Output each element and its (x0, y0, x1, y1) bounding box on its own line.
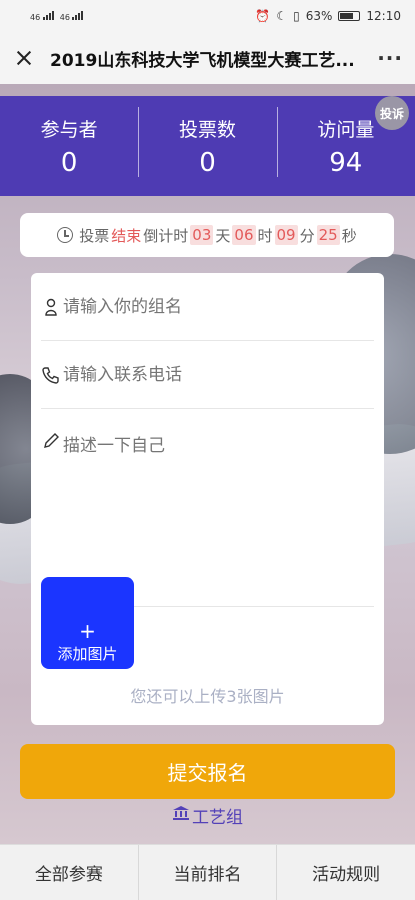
pencil-icon (41, 431, 61, 451)
description-input[interactable] (63, 431, 363, 591)
group-link-label: 工艺组 (192, 808, 243, 828)
vibrate-icon: ▯ (293, 9, 300, 23)
person-icon (41, 297, 61, 317)
bank-icon (172, 805, 190, 826)
nav-activity-rules[interactable]: 活动规则 (276, 845, 415, 900)
stat-votes: 投票数 0 (138, 106, 276, 178)
clock-icon (57, 227, 74, 243)
stat-value: 0 (199, 147, 216, 178)
moon-icon: ☾ (276, 9, 288, 23)
more-options-icon[interactable]: ··· (373, 46, 403, 70)
stat-value: 0 (60, 147, 78, 178)
stat-label: 投票数 (178, 118, 236, 141)
countdown-hours-unit: 时 (257, 226, 273, 245)
close-icon[interactable] (12, 46, 36, 70)
countdown-days: 03 (190, 225, 214, 245)
signal-icon: 46 (30, 10, 54, 22)
battery-percent: 63% (305, 9, 333, 23)
upload-hint: 您还可以上传3张图片 (130, 687, 285, 706)
countdown-hours: 06 (232, 225, 256, 245)
status-time: 12:10 (366, 9, 401, 23)
bottom-nav: 全部参赛 当前排名 活动规则 (0, 844, 415, 900)
countdown-seconds-unit: 秒 (341, 226, 357, 245)
plus-icon: + (79, 619, 96, 643)
countdown-text: 倒计时 (143, 226, 189, 245)
group-name-input[interactable] (63, 296, 363, 317)
add-photo-button[interactable]: + 添加图片 (41, 577, 134, 669)
countdown-days-unit: 天 (215, 226, 231, 245)
signal-indicators: 46 46 (30, 10, 84, 22)
phone-row (41, 341, 374, 409)
stat-participants: 参与者 0 (0, 115, 138, 178)
countdown-prefix: 投票 (79, 226, 110, 245)
title-bar: 2019山东科技大学飞机模型大赛工艺... ··· (0, 32, 415, 84)
submit-signup-button[interactable]: 提交报名 (20, 744, 395, 799)
signup-form: + 添加图片 您还可以上传3张图片 (31, 273, 384, 725)
complain-button[interactable]: 投诉 (375, 96, 409, 130)
add-photo-label: 添加图片 (57, 645, 118, 663)
nav-all-entries[interactable]: 全部参赛 (0, 845, 138, 900)
stat-label: 参与者 (40, 118, 98, 141)
battery-icon (338, 11, 361, 21)
alarm-icon: ⏰ (255, 9, 271, 23)
vote-countdown: 投票 结束 倒计时 03 天 06 时 09 分 25 秒 (20, 213, 394, 257)
phone-input[interactable] (63, 364, 363, 385)
nav-current-ranking[interactable]: 当前排名 (137, 845, 277, 900)
page-title: 2019山东科技大学飞机模型大赛工艺... (50, 50, 355, 71)
signal-icon-2: 46 (60, 10, 84, 22)
stats-panel: 参与者 0 投票数 0 访问量 94 (0, 96, 415, 196)
countdown-seconds: 25 (316, 225, 340, 245)
countdown-minutes: 09 (274, 225, 298, 245)
status-bar: 46 46 ⏰ ☾ ▯ 63% 12:10 (0, 0, 415, 32)
countdown-minutes-unit: 分 (299, 226, 315, 245)
group-link[interactable]: 工艺组 (0, 803, 415, 828)
stat-value: 94 (329, 147, 363, 178)
phone-icon (41, 365, 61, 385)
group-name-row (41, 273, 374, 341)
countdown-status: 结束 (111, 226, 142, 245)
